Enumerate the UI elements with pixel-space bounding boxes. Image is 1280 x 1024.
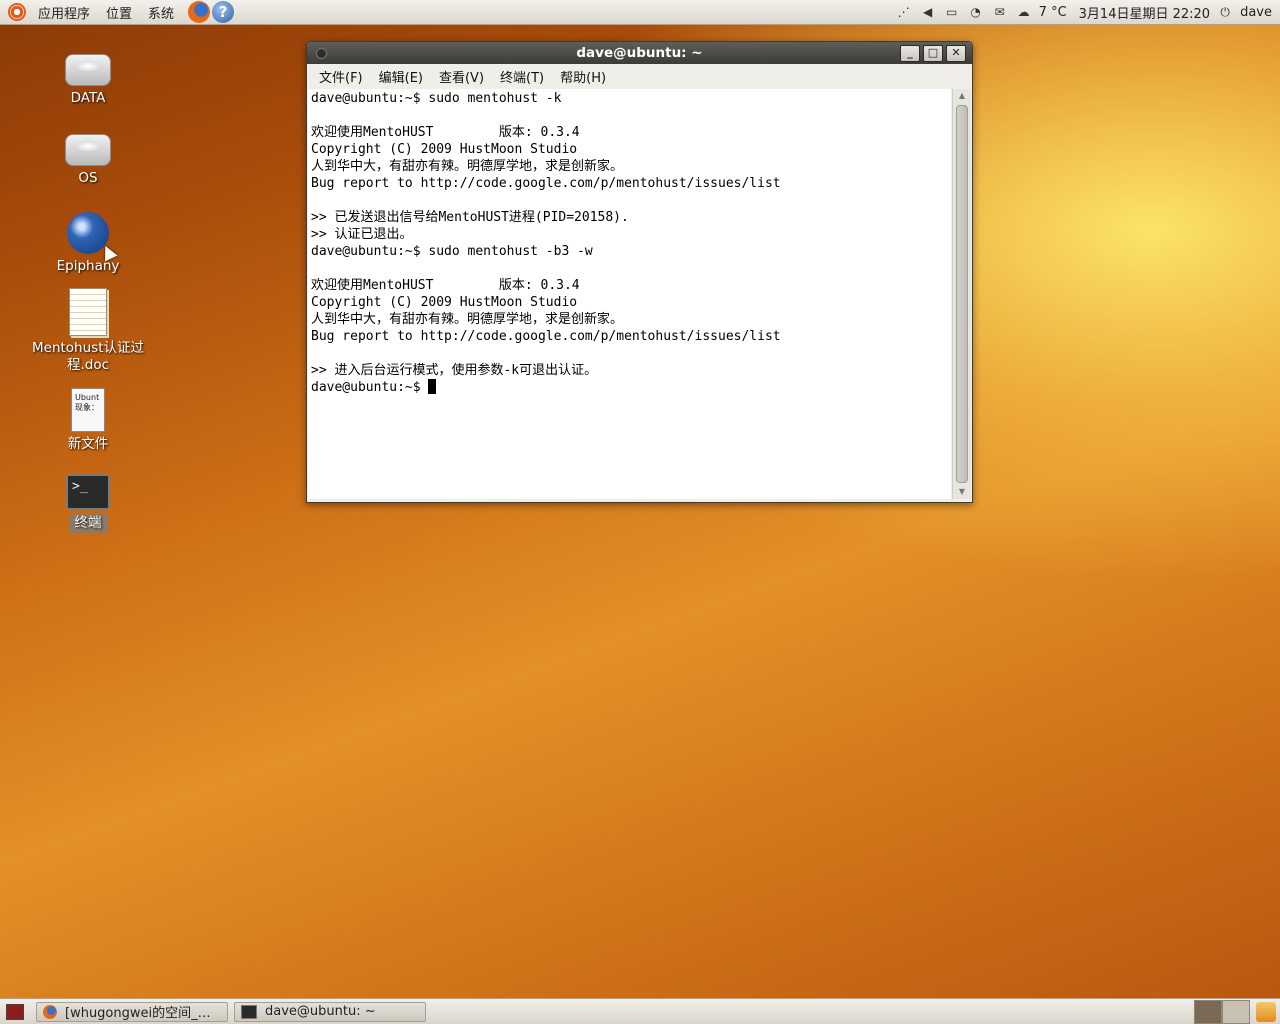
desktop-icon-new-file[interactable]: Ubunt 现象： 新文件 <box>18 388 158 453</box>
bottom-panel: [whugongwei的空间_… dave@ubuntu: ~ <box>0 998 1280 1024</box>
terminal-line: ​ <box>311 107 948 124</box>
desktop-icon-label: OS <box>78 170 98 186</box>
desktop-icon-terminal[interactable]: >_ 终端 <box>18 474 158 533</box>
menu-file[interactable]: 文件(F) <box>311 67 371 86</box>
weather-icon[interactable]: ☁ <box>1015 4 1033 20</box>
scroll-down-arrow-icon[interactable]: ▼ <box>953 485 971 499</box>
terminal-prompt: dave@ubuntu:~$ <box>311 380 429 395</box>
firefox-launcher-icon[interactable] <box>188 1 211 23</box>
taskbar-button-terminal[interactable]: dave@ubuntu: ~ <box>234 1001 426 1022</box>
terminal-window: dave@ubuntu: ~ _ □ ✕ 文件(F) 编辑(E) 查看(V) 终… <box>306 41 973 503</box>
workspace-switcher[interactable] <box>1194 999 1250 1024</box>
mail-icon[interactable]: ✉ <box>991 4 1009 20</box>
terminal-line: 欢迎使用MentoHUST 版本: 0.3.4 <box>311 278 580 293</box>
window-menu-icon[interactable] <box>316 48 327 59</box>
terminal-line: >> 进入后台运行模式，使用参数-k可退出认证。 <box>311 363 598 378</box>
ubuntu-logo-icon[interactable] <box>8 3 26 21</box>
menu-terminal[interactable]: 终端(T) <box>492 67 552 86</box>
close-button[interactable]: ✕ <box>946 45 966 62</box>
epiphany-globe-icon <box>67 212 109 254</box>
drive-icon <box>65 134 111 166</box>
clock[interactable]: 3月14日星期日 22:20 <box>1079 3 1210 22</box>
terminal-line: ​ <box>311 260 948 277</box>
terminal-line: Bug report to http://code.google.com/p/m… <box>311 176 781 191</box>
menu-applications[interactable]: 应用程序 <box>30 3 98 22</box>
menu-help[interactable]: 帮助(H) <box>552 67 614 86</box>
help-icon[interactable]: ? <box>212 1 235 23</box>
trash-icon[interactable] <box>1256 1001 1276 1022</box>
taskbar-label: [whugongwei的空间_… <box>65 1006 211 1021</box>
desktop-icon-os[interactable]: OS <box>18 122 158 187</box>
text-file-icon: Ubunt 现象： <box>71 388 105 432</box>
terminal-line: ​ <box>311 192 948 209</box>
taskbar-button-firefox[interactable]: [whugongwei的空间_… <box>36 1001 228 1022</box>
update-icon[interactable]: ◔ <box>967 4 985 20</box>
minimize-button[interactable]: _ <box>900 45 920 62</box>
terminal-scrollbar[interactable]: ▲ ▼ <box>952 89 971 499</box>
menu-edit[interactable]: 编辑(E) <box>371 67 431 86</box>
terminal-line: Bug report to http://code.google.com/p/m… <box>311 329 781 344</box>
show-desktop-icon[interactable] <box>6 1003 24 1020</box>
terminal-prompt-line: dave@ubuntu:~$ <box>311 379 948 396</box>
terminal-icon: >_ <box>66 474 110 510</box>
terminal-cursor <box>428 379 437 394</box>
document-icon <box>69 288 107 336</box>
desktop-icon-epiphany[interactable]: Epiphany <box>18 212 158 275</box>
network-manager-icon[interactable]: ▭ <box>943 4 961 20</box>
desktop-icon-mentohust-doc[interactable]: Mentohust认证过程.doc <box>18 288 158 374</box>
terminal-line: ​ <box>311 345 948 362</box>
menu-places[interactable]: 位置 <box>98 3 140 22</box>
workspace-1[interactable] <box>1194 999 1222 1024</box>
menu-view[interactable]: 查看(V) <box>431 67 492 86</box>
terminal-line: >> 认证已退出。 <box>311 227 413 242</box>
scroll-up-arrow-icon[interactable]: ▲ <box>953 89 971 103</box>
terminal-line: Copyright (C) 2009 HustMoon Studio <box>311 295 578 310</box>
terminal-line: Copyright (C) 2009 HustMoon Studio <box>311 142 578 157</box>
power-icon[interactable]: ⏻ <box>1216 4 1234 20</box>
menu-system[interactable]: 系统 <box>140 3 182 22</box>
scrollbar-thumb[interactable] <box>956 105 968 483</box>
workspace-2[interactable] <box>1222 999 1250 1024</box>
terminal-menubar: 文件(F) 编辑(E) 查看(V) 终端(T) 帮助(H) <box>307 64 972 88</box>
user-menu[interactable]: dave <box>1240 5 1272 20</box>
desktop-icon-label: 新文件 <box>67 436 109 452</box>
volume-icon[interactable]: ◀ <box>919 4 937 20</box>
drive-icon <box>65 54 111 86</box>
firefox-icon <box>43 1004 57 1019</box>
terminal-line: 人到华中大，有甜亦有辣。明德厚学地，求是创新家。 <box>311 159 624 174</box>
terminal-line: dave@ubuntu:~$ sudo mentohust -b3 -w <box>311 244 593 259</box>
taskbar-label: dave@ubuntu: ~ <box>265 1004 376 1019</box>
window-title: dave@ubuntu: ~ <box>576 45 703 61</box>
terminal-line: >> 已发送退出信号给MentoHUST进程(PID=20158). <box>311 210 629 225</box>
desktop-icon-data[interactable]: DATA <box>18 42 158 107</box>
terminal-line: 欢迎使用MentoHUST 版本: 0.3.4 <box>311 125 580 140</box>
system-tray: ⋰ ◀ ▭ ◔ ✉ ☁ 7 °C 3月14日星期日 22:20 ⏻ dave <box>895 0 1280 24</box>
desktop-icon-label: 终端 <box>68 514 108 533</box>
desktop-icon-label: DATA <box>70 90 106 106</box>
desktop-icon-label: Mentohust认证过程.doc <box>31 340 144 373</box>
top-panel: 应用程序 位置 系统 ? ⋰ ◀ ▭ ◔ ✉ ☁ 7 °C 3月14日星期日 2… <box>0 0 1280 25</box>
network-icon[interactable]: ⋰ <box>895 4 913 20</box>
temperature[interactable]: 7 °C <box>1039 5 1067 20</box>
terminal-icon <box>241 1004 257 1019</box>
desktop-icon-label: Epiphany <box>56 258 120 274</box>
terminal-line: dave@ubuntu:~$ sudo mentohust -k <box>311 91 562 106</box>
terminal-line: 人到华中大，有甜亦有辣。明德厚学地，求是创新家。 <box>311 312 624 327</box>
terminal-output[interactable]: dave@ubuntu:~$ sudo mentohust -k​欢迎使用Men… <box>308 89 951 499</box>
maximize-button[interactable]: □ <box>923 45 943 62</box>
window-titlebar[interactable]: dave@ubuntu: ~ _ □ ✕ <box>307 42 972 64</box>
